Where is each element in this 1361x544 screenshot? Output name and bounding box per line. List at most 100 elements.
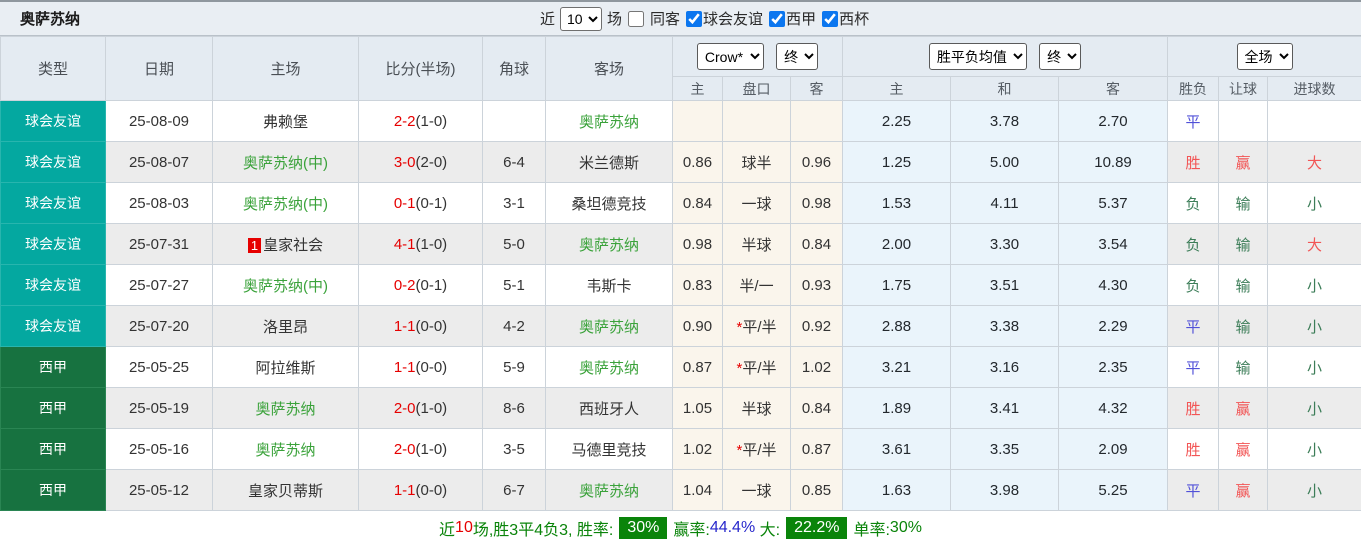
table-row: 西甲 25-05-16 奥萨苏纳 2-0(1-0) 3-5 马德里竞技 1.02… <box>1 429 1361 470</box>
result-goals: 小 <box>1268 183 1361 224</box>
odds-away: 5.25 <box>1059 470 1168 511</box>
corner-cell: 6-7 <box>483 470 546 511</box>
col-header-type: 类型 <box>1 37 106 101</box>
corner-cell: 3-5 <box>483 429 546 470</box>
sub-header-handicap-away: 客 <box>791 77 843 101</box>
sub-header-result-handicap: 让球 <box>1219 77 1268 101</box>
score-cell: 4-1(1-0) <box>359 224 483 265</box>
crow-company-select[interactable]: Crow* <box>697 43 764 70</box>
handicap-line: 半/一 <box>723 265 791 306</box>
league-type-cell: 球会友谊 <box>1 183 106 224</box>
handicap-away-odds <box>791 101 843 142</box>
away-team: 奥萨苏纳 <box>546 470 673 511</box>
odds-home: 2.88 <box>843 306 951 347</box>
sub-header-result-wdl: 胜负 <box>1168 77 1219 101</box>
odds-mean-select[interactable]: 胜平负均值 <box>929 43 1027 70</box>
odds-home: 3.61 <box>843 429 951 470</box>
single-rate-label: 单率: <box>853 516 889 540</box>
odds-away: 2.09 <box>1059 429 1168 470</box>
odds-away: 4.32 <box>1059 388 1168 429</box>
score-cell: 0-2(0-1) <box>359 265 483 306</box>
handicap-away-odds: 0.84 <box>791 388 843 429</box>
summary-prefix: 近 <box>439 516 455 540</box>
odds-away: 2.35 <box>1059 347 1168 388</box>
big-rate-label: 大: <box>755 516 780 540</box>
result-goals: 小 <box>1268 470 1361 511</box>
result-handicap: 输 <box>1219 306 1268 347</box>
recent-count-select[interactable]: 10 <box>560 7 602 31</box>
handicap-away-odds: 0.92 <box>791 306 843 347</box>
same-venue-checkbox[interactable] <box>628 11 644 27</box>
odds-state-select[interactable]: 终 <box>1039 43 1081 70</box>
filter-friendly-label: 球会友谊 <box>703 8 763 29</box>
filter-controls: 近 10 场 同客 球会友谊 西甲 西杯 <box>540 2 869 35</box>
home-team: 洛里昂 <box>213 306 359 347</box>
result-handicap: 输 <box>1219 347 1268 388</box>
away-team: 奥萨苏纳 <box>546 101 673 142</box>
odds-draw: 3.98 <box>951 470 1059 511</box>
away-team: 奥萨苏纳 <box>546 347 673 388</box>
corner-cell: 5-1 <box>483 265 546 306</box>
result-handicap: 赢 <box>1219 142 1268 183</box>
col-header-away: 客场 <box>546 37 673 101</box>
filter-friendly-checkbox[interactable] <box>686 11 702 27</box>
home-team: 阿拉维斯 <box>213 347 359 388</box>
league-type-cell: 西甲 <box>1 429 106 470</box>
corner-cell: 5-9 <box>483 347 546 388</box>
away-team: 马德里竞技 <box>546 429 673 470</box>
result-wdl: 负 <box>1168 183 1219 224</box>
odds-draw: 3.30 <box>951 224 1059 265</box>
score-cell: 2-0(1-0) <box>359 429 483 470</box>
score-cell: 2-0(1-0) <box>359 388 483 429</box>
score-cell: 0-1(0-1) <box>359 183 483 224</box>
handicap-group-header: Crow* 终 <box>673 37 843 77</box>
match-history-table: 类型 日期 主场 比分(半场) 角球 客场 Crow* 终 胜平负均值 终 全场… <box>0 36 1361 511</box>
away-team: 米兰德斯 <box>546 142 673 183</box>
league-type-cell: 西甲 <box>1 388 106 429</box>
match-date: 25-08-09 <box>106 101 213 142</box>
sub-header-odds-away: 客 <box>1059 77 1168 101</box>
handicap-line <box>723 101 791 142</box>
filter-copa-checkbox[interactable] <box>822 11 838 27</box>
handicap-home-odds: 0.87 <box>673 347 723 388</box>
filter-laliga-checkbox[interactable] <box>769 11 785 27</box>
away-team: 奥萨苏纳 <box>546 306 673 347</box>
match-date: 25-07-20 <box>106 306 213 347</box>
score-cell: 3-0(2-0) <box>359 142 483 183</box>
home-team: 弗赖堡 <box>213 101 359 142</box>
handicap-away-odds: 0.85 <box>791 470 843 511</box>
home-team: 奥萨苏纳(中) <box>213 183 359 224</box>
odds-draw: 4.11 <box>951 183 1059 224</box>
score-cell: 1-1(0-0) <box>359 306 483 347</box>
home-team: 奥萨苏纳 <box>213 429 359 470</box>
result-wdl: 胜 <box>1168 429 1219 470</box>
summary-bar: 近10场,胜3平4负3, 胜率: 30% 赢率:44.4% 大: 22.2% 单… <box>0 511 1361 544</box>
table-row: 球会友谊 25-08-09 弗赖堡 2-2(1-0) 奥萨苏纳 2.25 3.7… <box>1 101 1361 142</box>
handicap-away-odds: 0.87 <box>791 429 843 470</box>
crow-state-select[interactable]: 终 <box>776 43 818 70</box>
corner-cell: 4-2 <box>483 306 546 347</box>
odds-away: 4.30 <box>1059 265 1168 306</box>
table-row: 球会友谊 25-07-31 1皇家社会 4-1(1-0) 5-0 奥萨苏纳 0.… <box>1 224 1361 265</box>
league-type-cell: 球会友谊 <box>1 101 106 142</box>
sub-header-handicap-line: 盘口 <box>723 77 791 101</box>
result-wdl: 平 <box>1168 306 1219 347</box>
table-row: 球会友谊 25-08-07 奥萨苏纳(中) 3-0(2-0) 6-4 米兰德斯 … <box>1 142 1361 183</box>
away-team: 西班牙人 <box>546 388 673 429</box>
full-match-select[interactable]: 全场 <box>1237 43 1293 70</box>
result-goals: 小 <box>1268 306 1361 347</box>
result-handicap: 赢 <box>1219 388 1268 429</box>
odds-draw: 5.00 <box>951 142 1059 183</box>
match-date: 25-05-19 <box>106 388 213 429</box>
corner-cell: 6-4 <box>483 142 546 183</box>
ying-rate-label: 赢率: <box>673 516 709 540</box>
handicap-line: 一球 <box>723 183 791 224</box>
odds-draw: 3.38 <box>951 306 1059 347</box>
odds-draw: 3.35 <box>951 429 1059 470</box>
result-handicap: 输 <box>1219 265 1268 306</box>
odds-draw: 3.16 <box>951 347 1059 388</box>
odds-away: 10.89 <box>1059 142 1168 183</box>
result-wdl: 负 <box>1168 265 1219 306</box>
odds-away: 3.54 <box>1059 224 1168 265</box>
handicap-home-odds: 1.04 <box>673 470 723 511</box>
